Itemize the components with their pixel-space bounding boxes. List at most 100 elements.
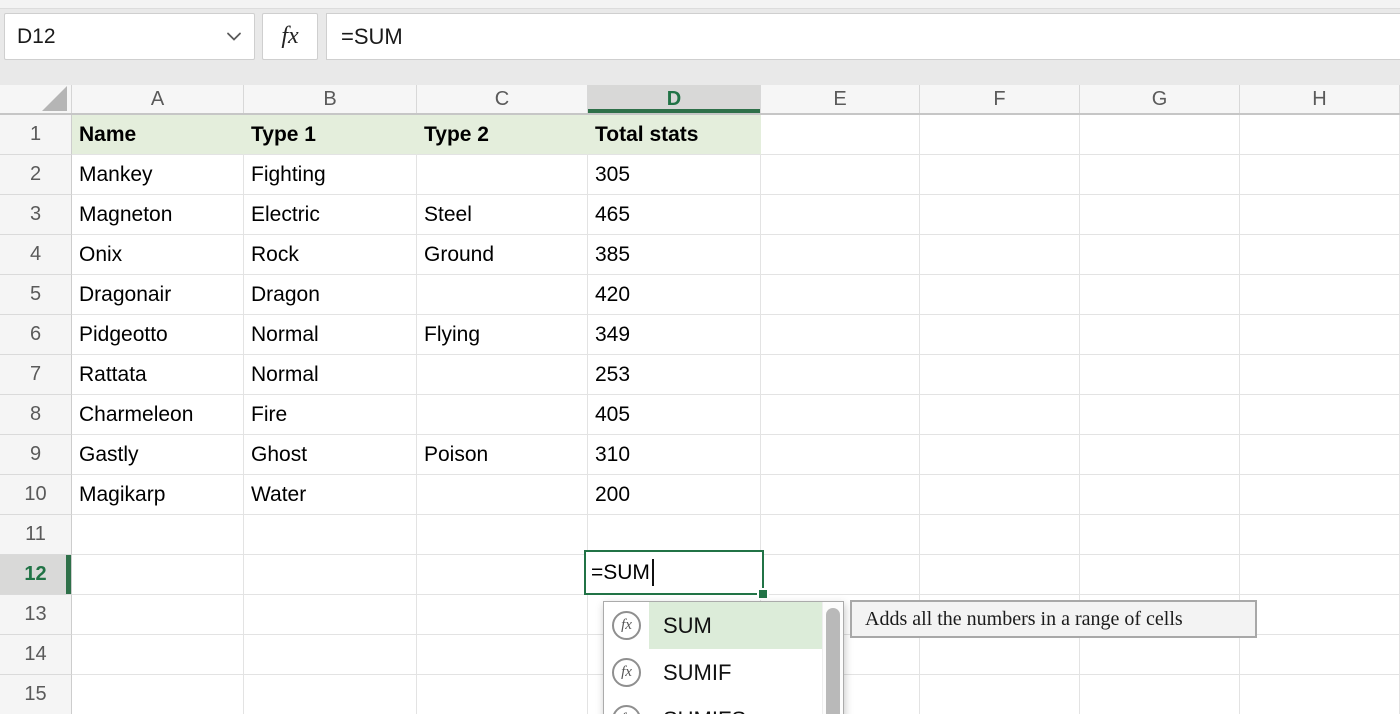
cell-D3[interactable]: 465 <box>588 195 761 235</box>
cell-A6[interactable]: Pidgeotto <box>72 315 244 355</box>
cell-E2[interactable] <box>761 155 920 195</box>
cell-B10[interactable]: Water <box>244 475 417 515</box>
row-header-4[interactable]: 4 <box>0 235 72 275</box>
cell-G3[interactable] <box>1080 195 1240 235</box>
cell-B2[interactable]: Fighting <box>244 155 417 195</box>
cell-B7[interactable]: Normal <box>244 355 417 395</box>
cell-E4[interactable] <box>761 235 920 275</box>
cell-F11[interactable] <box>920 515 1080 555</box>
column-header-F[interactable]: F <box>920 85 1080 113</box>
cell-F5[interactable] <box>920 275 1080 315</box>
row-header-3[interactable]: 3 <box>0 195 72 235</box>
cell-E11[interactable] <box>761 515 920 555</box>
cell-E7[interactable] <box>761 355 920 395</box>
autocomplete-scrollbar[interactable] <box>822 602 843 714</box>
row-header-2[interactable]: 2 <box>0 155 72 195</box>
row-header-14[interactable]: 14 <box>0 635 72 675</box>
cell-H7[interactable] <box>1240 355 1400 395</box>
cell-F12[interactable] <box>920 555 1080 595</box>
cell-C5[interactable] <box>417 275 588 315</box>
row-header-6[interactable]: 6 <box>0 315 72 355</box>
cell-A13[interactable] <box>72 595 244 635</box>
cell-A1[interactable]: Name <box>72 115 244 155</box>
cell-C9[interactable]: Poison <box>417 435 588 475</box>
cell-A4[interactable]: Onix <box>72 235 244 275</box>
cell-H12[interactable] <box>1240 555 1400 595</box>
row-header-7[interactable]: 7 <box>0 355 72 395</box>
cell-H9[interactable] <box>1240 435 1400 475</box>
cell-G7[interactable] <box>1080 355 1240 395</box>
cell-H1[interactable] <box>1240 115 1400 155</box>
cell-D11[interactable] <box>588 515 761 555</box>
cell-D9[interactable]: 310 <box>588 435 761 475</box>
cell-D7[interactable]: 253 <box>588 355 761 395</box>
cell-E6[interactable] <box>761 315 920 355</box>
row-header-8[interactable]: 8 <box>0 395 72 435</box>
cell-F10[interactable] <box>920 475 1080 515</box>
cell-E9[interactable] <box>761 435 920 475</box>
cell-C12[interactable] <box>417 555 588 595</box>
cell-F14[interactable] <box>920 635 1080 675</box>
row-header-11[interactable]: 11 <box>0 515 72 555</box>
cell-H3[interactable] <box>1240 195 1400 235</box>
cell-D6[interactable]: 349 <box>588 315 761 355</box>
cell-D2[interactable]: 305 <box>588 155 761 195</box>
column-header-D[interactable]: D <box>588 85 761 113</box>
cell-B15[interactable] <box>244 675 417 714</box>
cell-F2[interactable] <box>920 155 1080 195</box>
cell-D10[interactable]: 200 <box>588 475 761 515</box>
cell-D1[interactable]: Total stats <box>588 115 761 155</box>
cell-B5[interactable]: Dragon <box>244 275 417 315</box>
cell-C14[interactable] <box>417 635 588 675</box>
cell-A15[interactable] <box>72 675 244 714</box>
row-header-1[interactable]: 1 <box>0 115 72 155</box>
cell-B1[interactable]: Type 1 <box>244 115 417 155</box>
cell-H2[interactable] <box>1240 155 1400 195</box>
row-header-9[interactable]: 9 <box>0 435 72 475</box>
cell-C4[interactable]: Ground <box>417 235 588 275</box>
row-header-13[interactable]: 13 <box>0 595 72 635</box>
cell-B9[interactable]: Ghost <box>244 435 417 475</box>
cell-H5[interactable] <box>1240 275 1400 315</box>
row-header-12[interactable]: 12 <box>0 555 72 595</box>
cell-H15[interactable] <box>1240 675 1400 714</box>
column-header-B[interactable]: B <box>244 85 417 113</box>
name-box[interactable]: D12 <box>4 13 255 60</box>
cell-A7[interactable]: Rattata <box>72 355 244 395</box>
cell-F6[interactable] <box>920 315 1080 355</box>
cell-F7[interactable] <box>920 355 1080 395</box>
cell-A12[interactable] <box>72 555 244 595</box>
cell-F3[interactable] <box>920 195 1080 235</box>
cell-E1[interactable] <box>761 115 920 155</box>
column-header-A[interactable]: A <box>72 85 244 113</box>
cell-C13[interactable] <box>417 595 588 635</box>
cell-F15[interactable] <box>920 675 1080 714</box>
cell-C10[interactable] <box>417 475 588 515</box>
column-header-C[interactable]: C <box>417 85 588 113</box>
cell-G4[interactable] <box>1080 235 1240 275</box>
cell-H6[interactable] <box>1240 315 1400 355</box>
cell-E5[interactable] <box>761 275 920 315</box>
cell-A2[interactable]: Mankey <box>72 155 244 195</box>
cell-B14[interactable] <box>244 635 417 675</box>
row-header-15[interactable]: 15 <box>0 675 72 714</box>
cell-F9[interactable] <box>920 435 1080 475</box>
cell-B3[interactable]: Electric <box>244 195 417 235</box>
cell-E8[interactable] <box>761 395 920 435</box>
cell-E12[interactable] <box>761 555 920 595</box>
cell-C3[interactable]: Steel <box>417 195 588 235</box>
cell-C8[interactable] <box>417 395 588 435</box>
cell-G5[interactable] <box>1080 275 1240 315</box>
scrollbar-thumb[interactable] <box>826 608 840 714</box>
cell-C6[interactable]: Flying <box>417 315 588 355</box>
cell-B4[interactable]: Rock <box>244 235 417 275</box>
cell-E10[interactable] <box>761 475 920 515</box>
select-all-corner[interactable] <box>0 85 72 113</box>
autocomplete-item-SUMIF[interactable]: fxSUMIF <box>604 649 843 696</box>
chevron-down-icon[interactable] <box>226 32 242 42</box>
cell-G10[interactable] <box>1080 475 1240 515</box>
cell-D4[interactable]: 385 <box>588 235 761 275</box>
cell-F1[interactable] <box>920 115 1080 155</box>
formula-bar[interactable]: =SUM <box>326 13 1400 60</box>
row-header-5[interactable]: 5 <box>0 275 72 315</box>
